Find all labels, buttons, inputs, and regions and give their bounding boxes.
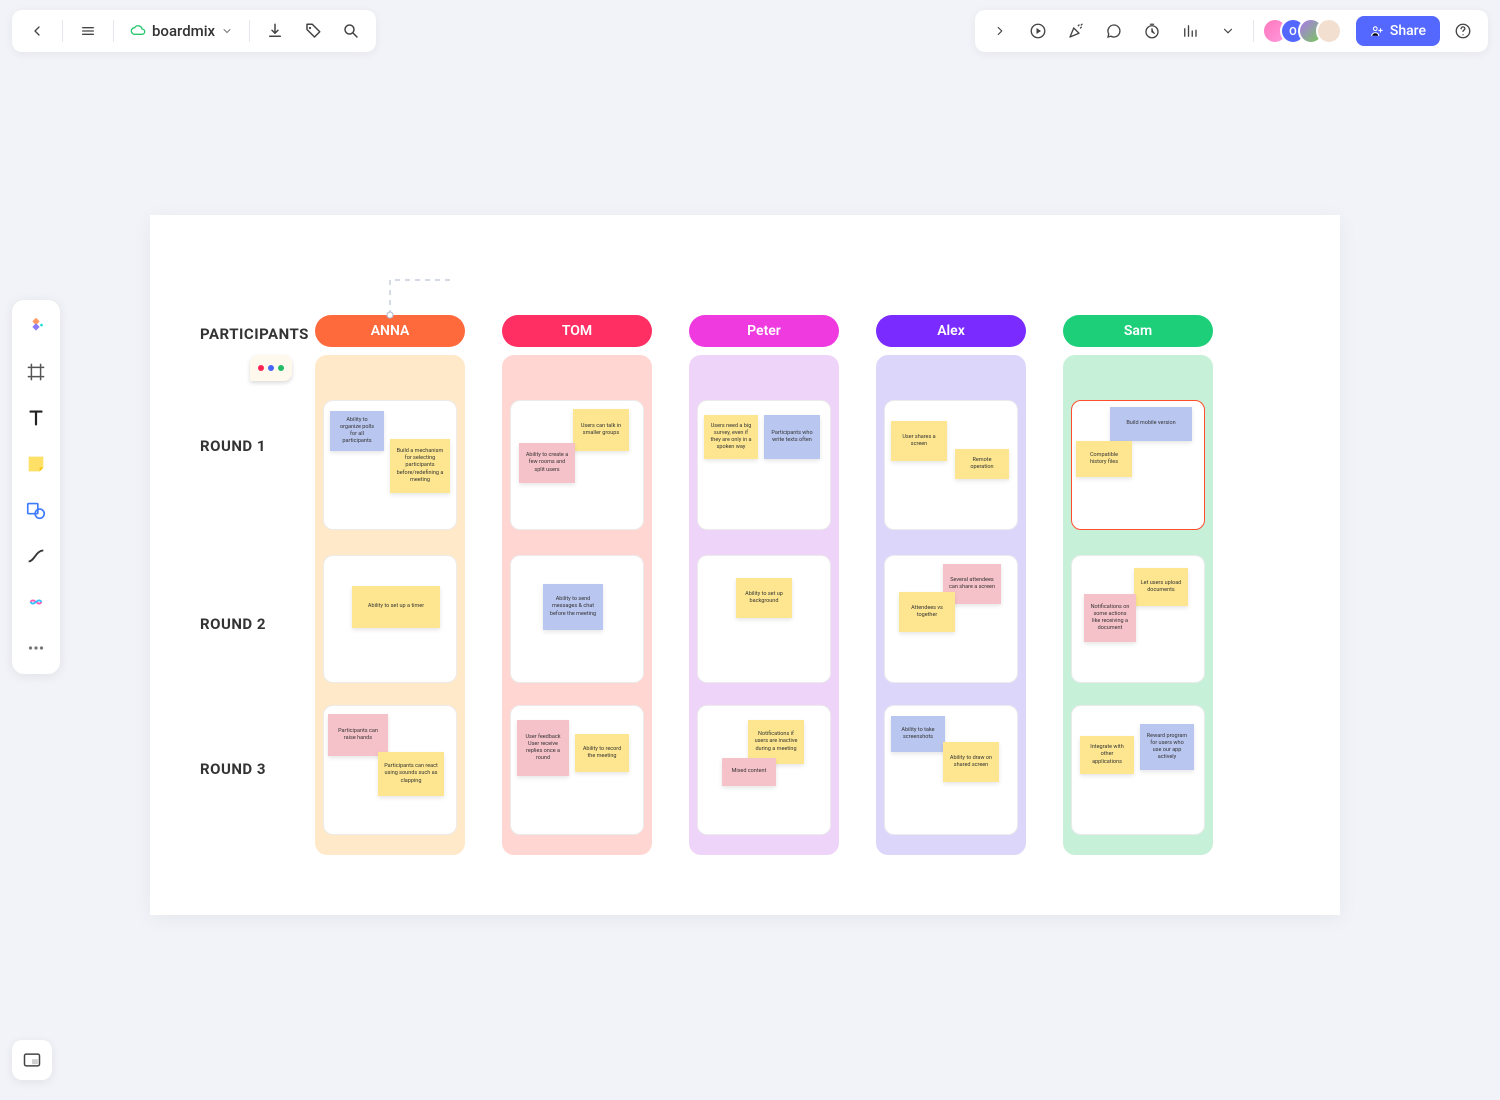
app-name: boardmix <box>152 22 215 40</box>
help-button[interactable] <box>1448 16 1478 46</box>
shape-tool[interactable] <box>20 494 52 526</box>
sticky-note[interactable]: Let users upload documents <box>1134 568 1188 606</box>
chat-bubble-icon <box>250 355 292 381</box>
participant-pill[interactable]: TOM <box>502 315 652 347</box>
participant-column[interactable]: Ability to organize polls for all partic… <box>315 355 465 855</box>
divider <box>113 20 114 42</box>
sticky-note[interactable]: Compatible history files <box>1076 441 1132 477</box>
user-plus-icon <box>1370 24 1384 38</box>
sticky-note[interactable]: Ability to send messages & chat before t… <box>543 584 603 630</box>
sticky-note[interactable]: Ability to organize polls for all partic… <box>330 411 384 451</box>
sticky-note[interactable]: Ability to take screenshots <box>891 716 945 752</box>
participant-column[interactable]: Users can talk in smaller groupsAbility … <box>502 355 652 855</box>
expand-button[interactable] <box>985 16 1015 46</box>
sticky-note[interactable]: Participants who write texts often <box>764 415 820 459</box>
text-tool[interactable] <box>20 402 52 434</box>
participant-pill[interactable]: ANNA <box>315 315 465 347</box>
round-slot[interactable]: Ability to take screenshotsAbility to dr… <box>884 705 1018 835</box>
sticky-note[interactable]: Reward program for users who use our app… <box>1140 724 1194 770</box>
share-button[interactable]: Share <box>1356 16 1440 46</box>
avatar-stack[interactable]: O <box>1270 18 1342 44</box>
mindmap-tool[interactable] <box>20 586 52 618</box>
round-slot[interactable]: Ability to organize polls for all partic… <box>323 400 457 530</box>
round-slot[interactable]: Ability to set up a timer <box>323 555 457 683</box>
sticky-note[interactable]: User shares a screen <box>891 421 947 461</box>
sticky-note-tool[interactable] <box>20 448 52 480</box>
round-slot[interactable]: Let users upload documentsNotifications … <box>1071 555 1205 683</box>
minimap-button[interactable] <box>12 1040 52 1080</box>
document-title[interactable]: boardmix <box>124 22 239 40</box>
templates-tool[interactable] <box>20 310 52 342</box>
more-tools-button[interactable] <box>1213 16 1243 46</box>
round-slot[interactable]: User shares a screen Remote operation <box>884 400 1018 530</box>
sticky-note[interactable]: Remote operation <box>955 449 1009 479</box>
timer-button[interactable] <box>1137 16 1167 46</box>
divider <box>249 20 250 42</box>
sticky-note[interactable]: Integrate with other applications <box>1080 736 1134 774</box>
sticky-note[interactable]: Ability to record the meeting <box>575 734 629 772</box>
sticky-note[interactable]: Build mobile version <box>1110 407 1192 441</box>
back-button[interactable] <box>22 16 52 46</box>
sticky-note[interactable]: Attendees vs together <box>899 592 955 632</box>
play-button[interactable] <box>1023 16 1053 46</box>
round-slot[interactable]: Several attendees can share a screenAtte… <box>884 555 1018 683</box>
participants-label: PARTICIPANTS <box>200 325 309 343</box>
round-slot[interactable]: Users need a big survey, even if they ar… <box>697 400 831 530</box>
round3-label: ROUND 3 <box>200 760 266 778</box>
participant-pill[interactable]: Alex <box>876 315 1026 347</box>
chevron-down-icon <box>221 25 233 37</box>
participant-column[interactable]: User shares a screen Remote operation Seve… <box>876 355 1026 855</box>
more-tool[interactable] <box>20 632 52 664</box>
round-slot[interactable]: Integrate with other applicationsReward … <box>1071 705 1205 835</box>
tag-button[interactable] <box>298 16 328 46</box>
sticky-note[interactable]: Users can talk in smaller groups <box>573 409 629 451</box>
download-button[interactable] <box>260 16 290 46</box>
connector-tool[interactable] <box>20 540 52 572</box>
round1-label: ROUND 1 <box>200 437 266 455</box>
chart-button[interactable] <box>1175 16 1205 46</box>
canvas[interactable]: PARTICIPANTS ROUND 1 ROUND 2 ROUND 3 ANN… <box>150 215 1340 915</box>
sticky-note[interactable]: Notifications on some actions like recei… <box>1084 594 1136 642</box>
cloud-sync-icon <box>130 23 146 39</box>
round-slot[interactable]: User feedback User receive replies once … <box>510 705 644 835</box>
sticky-note[interactable]: Ability to set up background <box>736 578 792 618</box>
search-button[interactable] <box>336 16 366 46</box>
round-slot[interactable]: Ability to send messages & chat before t… <box>510 555 644 683</box>
celebrate-button[interactable] <box>1061 16 1091 46</box>
sticky-note[interactable]: Users need a big survey, even if they ar… <box>704 415 758 459</box>
round-slot[interactable]: Build mobile versionCompatible history f… <box>1071 400 1205 530</box>
round2-label: ROUND 2 <box>200 615 266 633</box>
sticky-note[interactable]: User feedback User receive replies once … <box>517 720 569 776</box>
sticky-note[interactable]: Mixed content <box>722 758 776 786</box>
participant-column[interactable]: Build mobile versionCompatible history f… <box>1063 355 1213 855</box>
divider <box>1253 20 1254 42</box>
sticky-note[interactable]: Ability to set up a timer <box>352 586 440 628</box>
sticky-note[interactable]: Ability to draw on shared screen <box>943 742 999 782</box>
participant-pill[interactable]: Sam <box>1063 315 1213 347</box>
topbar-left: boardmix <box>12 10 376 52</box>
topbar-right: O Share <box>975 10 1488 52</box>
participant-column[interactable]: Users need a big survey, even if they ar… <box>689 355 839 855</box>
avatar[interactable] <box>1316 18 1342 44</box>
sticky-note[interactable]: Participants can raise hands <box>328 714 388 756</box>
share-label: Share <box>1390 23 1426 39</box>
comment-button[interactable] <box>1099 16 1129 46</box>
divider <box>62 20 63 42</box>
participant-pill[interactable]: Peter <box>689 315 839 347</box>
sticky-note[interactable]: Build a mechanism for selecting particip… <box>390 439 450 493</box>
round-slot[interactable]: Users can talk in smaller groupsAbility … <box>510 400 644 530</box>
round-slot[interactable]: Notifications if users are inactive duri… <box>697 705 831 835</box>
menu-button[interactable] <box>73 16 103 46</box>
sticky-note[interactable]: Participants can react using sounds such… <box>378 752 444 796</box>
tool-panel <box>12 300 60 674</box>
round-slot[interactable]: Ability to set up background <box>697 555 831 683</box>
frame-tool[interactable] <box>20 356 52 388</box>
sticky-note[interactable]: Ability to create a few rooms and split … <box>519 443 575 483</box>
round-slot[interactable]: Participants can raise handsParticipants… <box>323 705 457 835</box>
